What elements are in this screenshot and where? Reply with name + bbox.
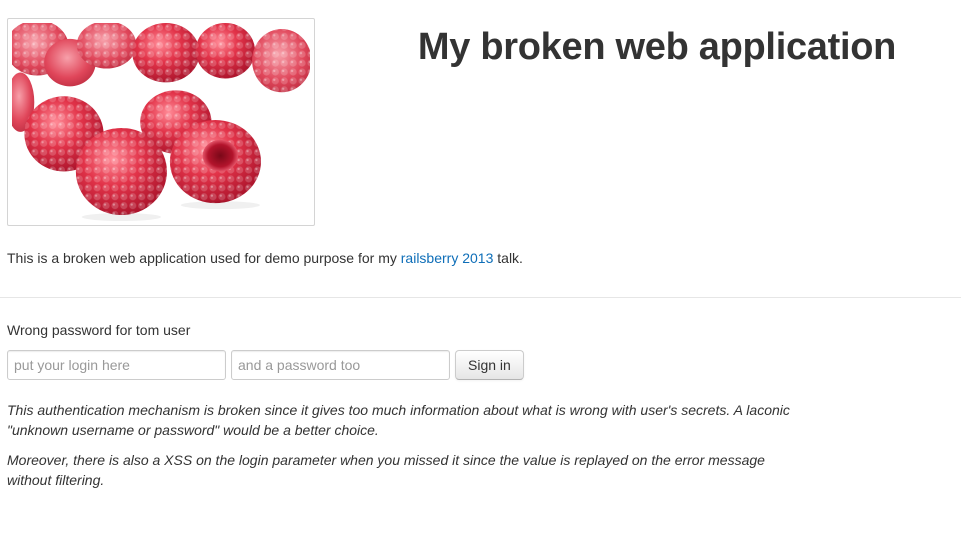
raspberry-image xyxy=(7,18,315,226)
intro-text-after: talk. xyxy=(493,250,523,266)
intro-text-before: This is a broken web application used fo… xyxy=(7,250,401,266)
railsberry-link[interactable]: railsberry 2013 xyxy=(401,250,494,266)
password-input[interactable] xyxy=(231,350,450,380)
sign-in-button[interactable]: Sign in xyxy=(455,350,524,380)
note-xss: Moreover, there is also a XSS on the log… xyxy=(7,452,765,488)
intro-text: This is a broken web application used fo… xyxy=(7,249,523,267)
section-divider xyxy=(0,297,961,298)
login-form: Sign in xyxy=(7,350,524,380)
page: My broken web application This is a brok… xyxy=(0,0,961,535)
page-title: My broken web application xyxy=(417,26,897,68)
login-error-message: Wrong password for tom user xyxy=(7,322,191,338)
note-auth-mechanism: This authentication mechanism is broken … xyxy=(7,402,790,438)
raspberry-illustration xyxy=(12,23,310,221)
login-input[interactable] xyxy=(7,350,226,380)
